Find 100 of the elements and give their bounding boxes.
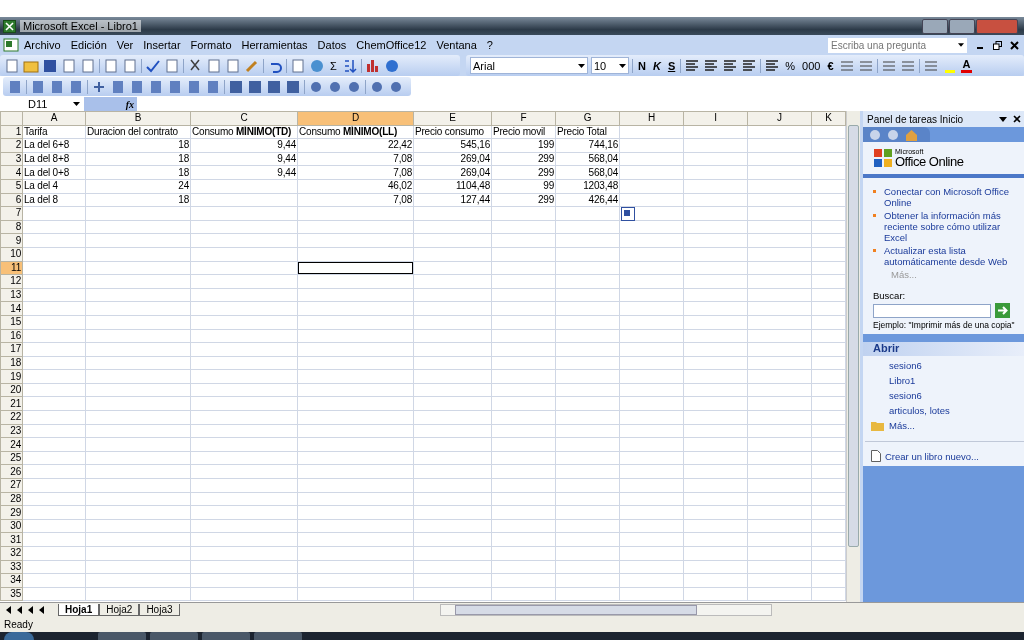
paste-options-icon[interactable]: [621, 207, 635, 221]
column-header[interactable]: B: [85, 111, 191, 126]
table-cell: 18: [178, 166, 189, 178]
column-header[interactable]: D: [297, 111, 414, 126]
close-icon[interactable]: [1007, 40, 1021, 50]
menu-item[interactable]: ChemOffice12: [351, 39, 432, 51]
bold-button[interactable]: N: [636, 59, 648, 72]
column-header[interactable]: J: [747, 111, 812, 126]
forward-icon[interactable]: [887, 128, 899, 141]
document-icon[interactable]: [7, 78, 23, 95]
table-cell: La del 6+8: [24, 139, 69, 151]
new-workbook-link[interactable]: Crear un libro nuevo...: [885, 450, 979, 462]
table-cell: Consumo MÍNIMO(LL): [299, 126, 398, 137]
document-icon[interactable]: [61, 57, 77, 74]
percent-button[interactable]: %: [783, 59, 798, 72]
table-cell: Consumo MÍNIMO(TD): [192, 126, 292, 137]
minimize-button[interactable]: [922, 18, 948, 34]
menu-item[interactable]: Edición: [65, 39, 112, 51]
folder-icon: [871, 420, 885, 431]
table-cell: 127,44: [460, 194, 490, 205]
table-cell: 22,42: [387, 139, 412, 151]
menu-item[interactable]: Archivo: [19, 39, 66, 51]
link[interactable]: Obtener la información más reciente sobre cómo utilizar Excel: [884, 210, 1019, 243]
start-button[interactable]: [4, 632, 34, 640]
square-icon[interactable]: [285, 78, 301, 95]
page-icon[interactable]: [129, 78, 145, 95]
vertical-scrollbar[interactable]: [846, 111, 860, 602]
back-icon[interactable]: [869, 128, 881, 141]
underline-button[interactable]: S: [665, 59, 678, 72]
menu-item[interactable]: ?: [481, 39, 498, 51]
table-cell: 1203,48: [583, 180, 618, 192]
euro-button[interactable]: €: [825, 59, 836, 72]
bullet-icon: [873, 190, 876, 193]
horizontal-scrollbar[interactable]: [439, 604, 772, 616]
window-title: Microsoft Excel - Libro1: [20, 20, 141, 32]
link[interactable]: Conectar con Microsoft Office Online: [884, 186, 1019, 208]
menu-item[interactable]: Ver: [111, 39, 139, 51]
sheet-tab[interactable]: Hoja3: [139, 604, 180, 616]
close-icon[interactable]: [1013, 115, 1021, 123]
column-header[interactable]: A: [22, 111, 86, 126]
help-search-field[interactable]: Escriba una pregunta: [828, 37, 967, 53]
menu-item[interactable]: Herramientas: [236, 39, 313, 51]
table-cell: 299: [537, 166, 554, 178]
document-icon: [871, 450, 881, 462]
recent-file-link[interactable]: sesion6: [889, 390, 1019, 401]
recent-file-link[interactable]: sesion6: [889, 360, 1019, 371]
menu-item[interactable]: Formato: [185, 39, 237, 51]
close-button[interactable]: [976, 18, 1018, 34]
maximize-button[interactable]: [949, 18, 975, 34]
table-cell: 99: [543, 180, 554, 192]
align-left-icon[interactable]: [684, 57, 701, 74]
menu-item[interactable]: Datos: [312, 39, 352, 51]
more-link[interactable]: Más...: [889, 420, 915, 431]
caret-icon[interactable]: [999, 116, 1007, 122]
square-icon[interactable]: [247, 78, 263, 95]
column-header[interactable]: C: [190, 111, 298, 126]
formula-field[interactable]: [137, 97, 1024, 111]
sheet-tab[interactable]: Hoja1: [58, 604, 100, 616]
spreadsheet-logo-icon: [3, 19, 16, 33]
font-color-button[interactable]: A: [960, 58, 973, 73]
table-cell: 18: [178, 194, 189, 205]
square-icon[interactable]: [228, 78, 244, 95]
active-cell[interactable]: [298, 262, 413, 274]
table-cell: 24: [178, 180, 189, 192]
link[interactable]: Actualizar esta lista automáticamente desde Web: [884, 245, 1019, 267]
italic-button[interactable]: K: [650, 59, 663, 72]
table-cell: 199: [537, 139, 554, 151]
column-header[interactable]: I: [683, 111, 748, 126]
section-title: Abrir: [873, 342, 900, 354]
page-icon[interactable]: [30, 78, 46, 95]
menu-item[interactable]: Insertar: [138, 39, 186, 51]
table-cell: La del 8: [24, 194, 58, 205]
page-icon[interactable]: [110, 78, 126, 95]
thousands-button[interactable]: 000: [800, 59, 823, 72]
sheet-tab[interactable]: Hoja2: [99, 604, 140, 616]
search-field[interactable]: [873, 303, 991, 318]
go-arrow-icon[interactable]: [995, 303, 1010, 318]
font-dropdown[interactable]: Arial: [470, 57, 588, 74]
save-icon[interactable]: [42, 57, 58, 74]
workbook-icon: [3, 38, 19, 52]
recent-file-link[interactable]: Libro1: [889, 375, 1019, 386]
column-header[interactable]: H: [619, 111, 684, 126]
recent-file-link[interactable]: articulos, lotes: [889, 405, 1019, 416]
column-header[interactable]: K: [811, 111, 846, 126]
table-cell: La del 4: [24, 180, 58, 192]
column-header[interactable]: F: [491, 111, 556, 126]
sum-button[interactable]: Σ: [328, 59, 339, 72]
restore-icon[interactable]: [990, 40, 1004, 50]
menu-item[interactable]: Ventana: [431, 39, 482, 51]
name-box[interactable]: D11: [0, 97, 84, 111]
column-header[interactable]: E: [413, 111, 492, 126]
column-header[interactable]: G: [555, 111, 620, 126]
square-icon[interactable]: [266, 78, 282, 95]
new-document-icon[interactable]: [4, 57, 20, 74]
bar-chart-icon[interactable]: [364, 57, 381, 74]
page-icon[interactable]: [49, 78, 65, 95]
table-cell: 269,04: [460, 153, 490, 165]
page-icon[interactable]: [68, 78, 84, 95]
table-cell: 299: [537, 194, 554, 205]
font-size-dropdown[interactable]: 10: [591, 57, 629, 74]
